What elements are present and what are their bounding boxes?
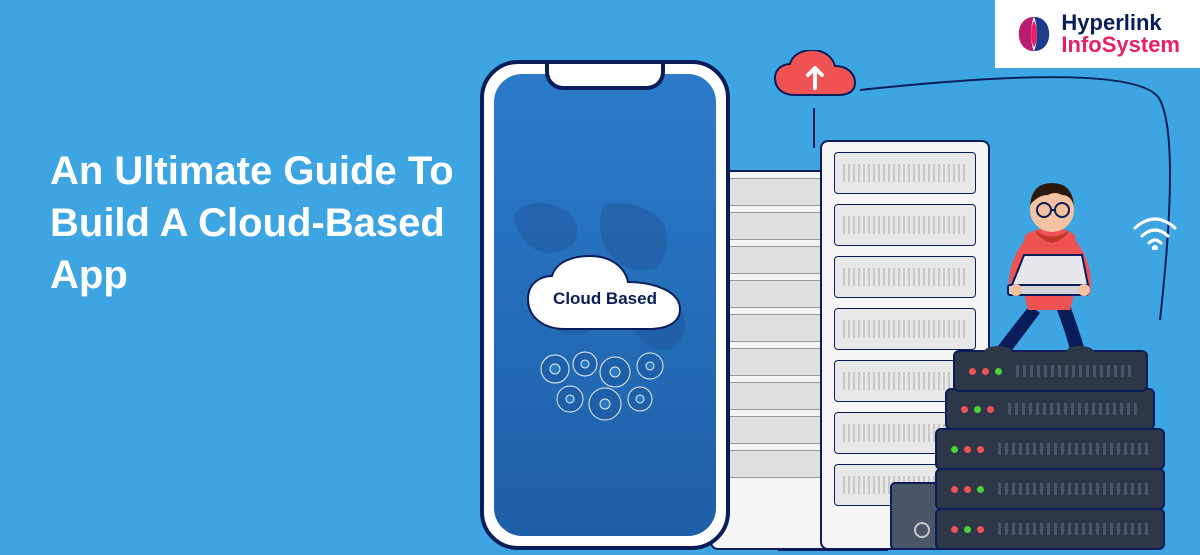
gears-icon: [525, 344, 685, 434]
wifi-icon: [1130, 210, 1180, 250]
phone-screen: Cloud Based: [494, 74, 716, 536]
hero-illustration: Cloud Based: [480, 60, 1180, 550]
upload-cloud-icon: [770, 50, 860, 110]
hero-title: An Ultimate Guide To Build A Cloud-Based…: [50, 145, 470, 301]
person-with-laptop-icon: [970, 155, 1150, 355]
logo-text-top: Hyperlink: [1061, 12, 1180, 34]
phone-device-icon: Cloud Based: [480, 60, 730, 550]
phone-notch-icon: [545, 64, 665, 90]
power-button-icon: [914, 522, 930, 538]
server-stack-icon: [935, 350, 1165, 550]
cloud-label: Cloud Based: [553, 289, 657, 309]
